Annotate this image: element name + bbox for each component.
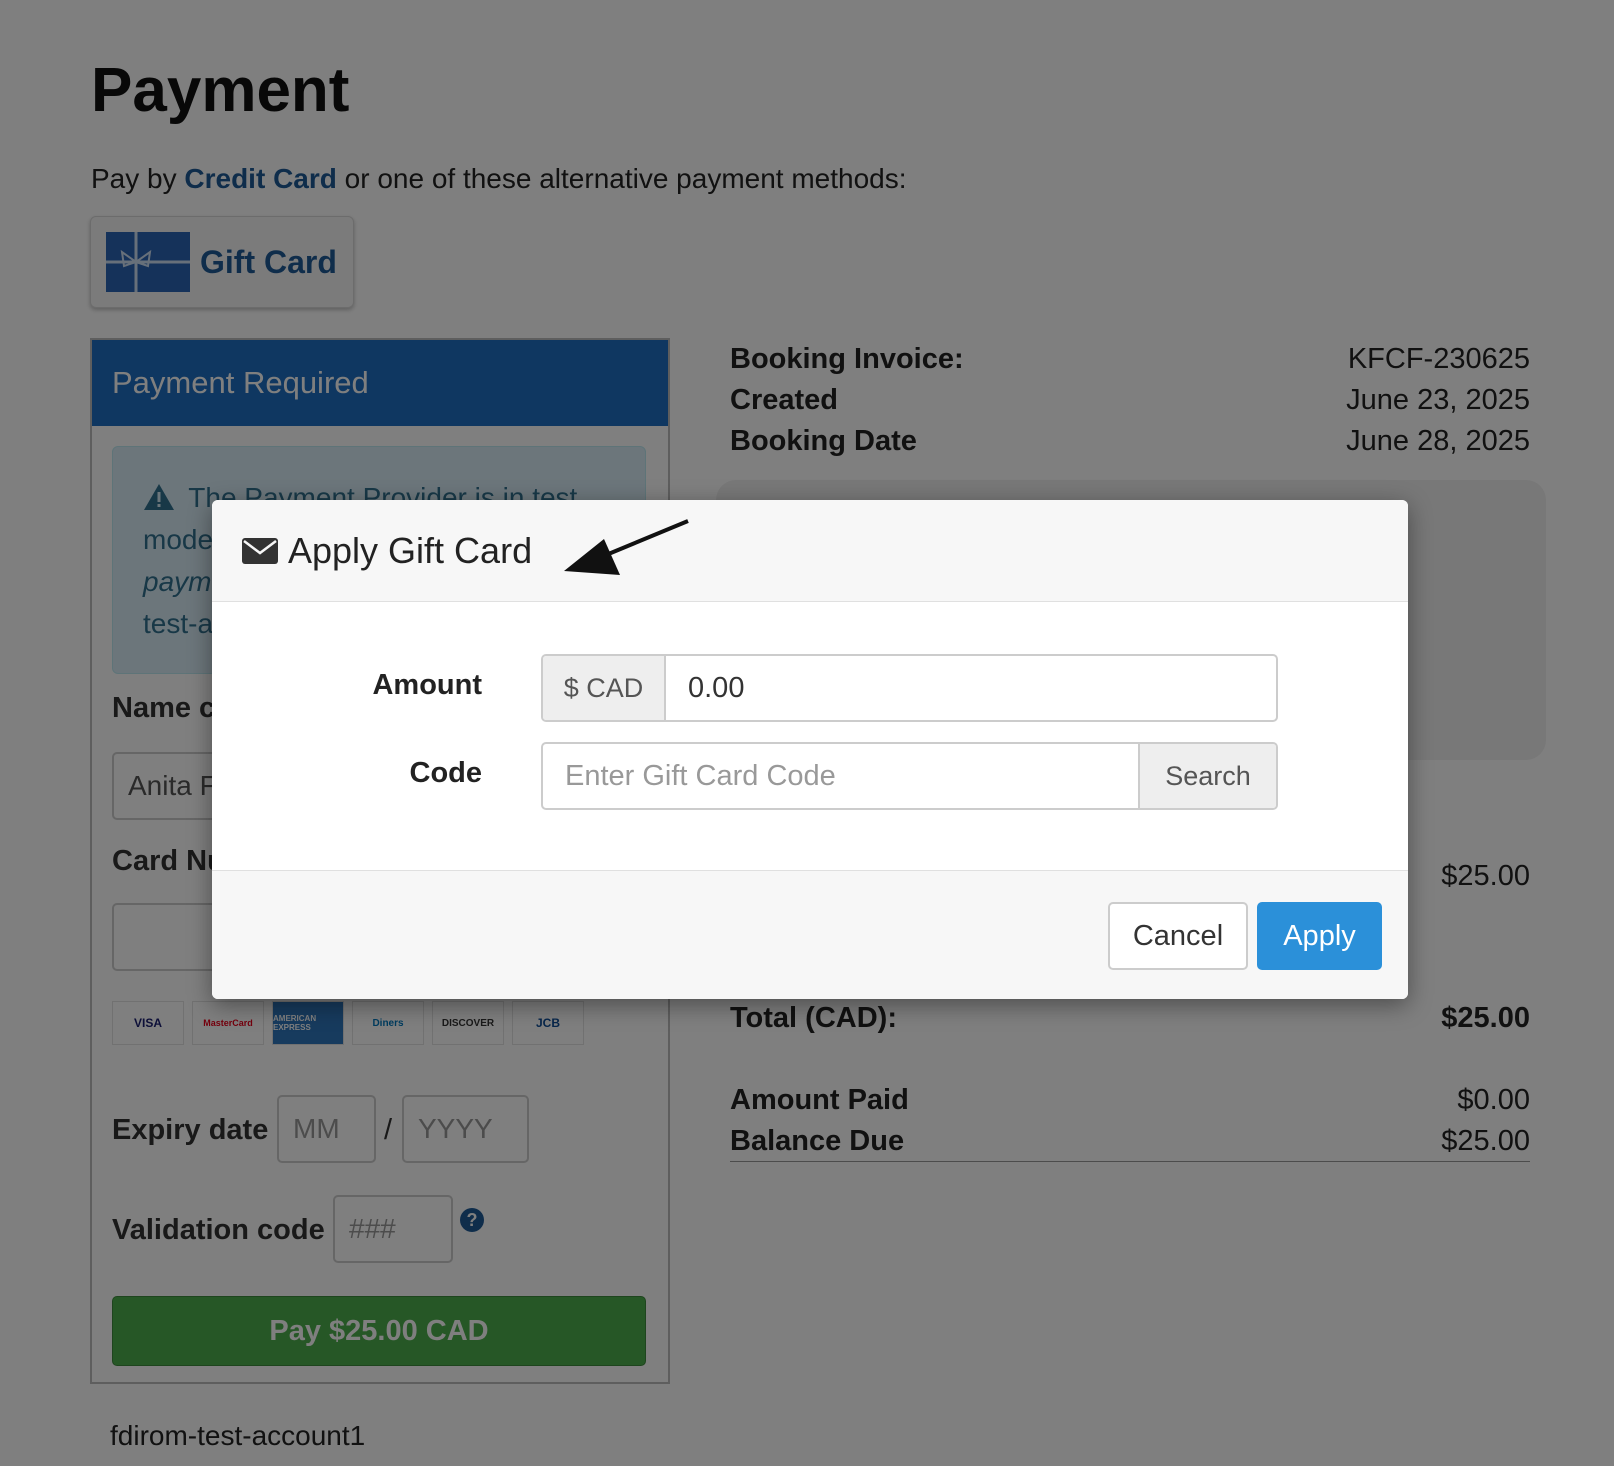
amount-input[interactable]: 0.00 <box>666 656 1276 720</box>
dialog-body: Amount $ CAD 0.00 Code Enter Gift Card C… <box>212 602 1408 870</box>
annotation-arrow-icon <box>564 519 689 575</box>
code-input-group: Enter Gift Card Code Search <box>541 742 1278 810</box>
dialog-title: Apply Gift Card <box>288 529 533 571</box>
code-label: Code <box>409 757 483 789</box>
search-button[interactable]: Search <box>1138 744 1276 808</box>
currency-addon: $ CAD <box>543 656 666 720</box>
amount-input-group: $ CAD 0.00 <box>541 654 1278 722</box>
apply-button[interactable]: Apply <box>1257 902 1382 970</box>
dialog-header: Apply Gift Card <box>212 500 1408 602</box>
envelope-icon <box>242 537 278 564</box>
dialog-footer: Cancel Apply <box>212 870 1408 999</box>
apply-gift-card-dialog: Apply Gift Card Amount $ CAD 0.00 Code E… <box>212 500 1408 999</box>
gift-card-code-input[interactable]: Enter Gift Card Code <box>543 744 1138 808</box>
cancel-button[interactable]: Cancel <box>1108 902 1248 970</box>
amount-label: Amount <box>372 669 482 701</box>
